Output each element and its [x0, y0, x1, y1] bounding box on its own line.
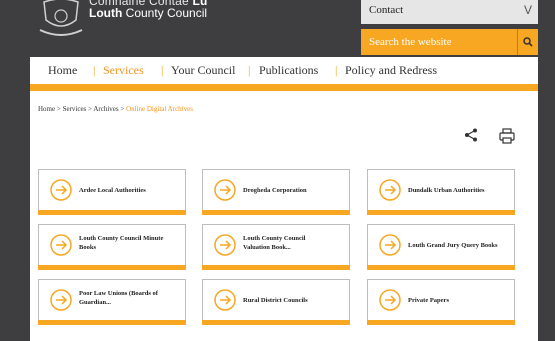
- card-label: Drogheda Corporation: [243, 187, 307, 194]
- search-box: [361, 29, 538, 55]
- archive-card[interactable]: Private Papers: [367, 279, 515, 325]
- nav-separator: |: [248, 63, 251, 77]
- card-label: Ardee Local Authorities: [79, 187, 146, 194]
- breadcrumb-current: Online Digital Archives: [126, 105, 193, 113]
- nav-separator: |: [161, 63, 164, 77]
- nav-services[interactable]: Services: [103, 63, 144, 78]
- nav-home[interactable]: Home: [48, 63, 77, 78]
- card-label: Dundalk Urban Authorities: [408, 187, 485, 194]
- card-label: Private Papers: [408, 297, 449, 304]
- arrow-right-circle-icon: [50, 289, 72, 311]
- breadcrumb: Home > Services > Archives > Online Digi…: [38, 105, 193, 113]
- nav-separator: |: [93, 63, 96, 77]
- breadcrumb-separator: >: [55, 105, 63, 113]
- archive-card[interactable]: Ardee Local Authorities: [38, 169, 186, 215]
- nav-publications[interactable]: Publications: [259, 63, 318, 78]
- arrow-right-circle-icon: [214, 289, 236, 311]
- arrow-right-circle-icon: [379, 289, 401, 311]
- search-icon: [523, 37, 533, 47]
- print-icon[interactable]: [499, 128, 515, 144]
- council-name-english: Louth County Council: [89, 6, 208, 20]
- archive-card[interactable]: Louth County Council Minute Books: [38, 224, 186, 270]
- card-accent-bar: [38, 210, 186, 215]
- archive-card[interactable]: Rural District Councils: [202, 279, 350, 325]
- main-content: Home > Services > Archives > Online Digi…: [30, 91, 538, 341]
- card-accent-bar: [38, 265, 186, 270]
- breadcrumb-home[interactable]: Home: [38, 105, 55, 113]
- council-crest-logo[interactable]: [36, 0, 86, 40]
- main-navigation: Home | Services | Your Council | Publica…: [30, 57, 538, 91]
- card-accent-bar: [38, 320, 186, 325]
- arrow-right-circle-icon: [379, 234, 401, 256]
- breadcrumb-archives[interactable]: Archives: [93, 105, 118, 113]
- archive-card[interactable]: Dundalk Urban Authorities: [367, 169, 515, 215]
- breadcrumb-separator: >: [118, 105, 127, 113]
- card-accent-bar: [367, 320, 515, 325]
- contact-dropdown[interactable]: Contact V: [361, 0, 538, 24]
- share-icon[interactable]: [464, 128, 478, 142]
- arrow-right-circle-icon: [214, 234, 236, 256]
- arrow-right-circle-icon: [214, 179, 236, 201]
- card-label: Poor Law Unions (Boards of Guardian...: [79, 290, 158, 306]
- header-bar: Comhairle Contae Lú Louth County Council…: [0, 0, 555, 57]
- arrow-right-circle-icon: [379, 179, 401, 201]
- nav-policy-and-redress[interactable]: Policy and Redress: [345, 63, 437, 78]
- card-label: Louth County Council Valuation Book...: [243, 235, 306, 251]
- card-accent-bar: [202, 210, 350, 215]
- arrow-right-circle-icon: [50, 234, 72, 256]
- nav-your-council[interactable]: Your Council: [171, 63, 235, 78]
- card-accent-bar: [367, 210, 515, 215]
- chevron-down-icon: V: [523, 3, 532, 17]
- card-accent-bar: [367, 265, 515, 270]
- contact-label: Contact: [369, 4, 404, 16]
- arrow-right-circle-icon: [50, 179, 72, 201]
- archive-card[interactable]: Louth County Council Valuation Book...: [202, 224, 350, 270]
- archive-card[interactable]: Poor Law Unions (Boards of Guardian...: [38, 279, 186, 325]
- breadcrumb-services[interactable]: Services: [63, 105, 87, 113]
- card-label: Louth County Council Minute Books: [79, 235, 164, 251]
- card-label: Rural District Councils: [243, 297, 308, 304]
- search-button[interactable]: [517, 29, 538, 55]
- search-input[interactable]: [361, 29, 517, 55]
- nav-separator: |: [335, 63, 338, 77]
- card-accent-bar: [202, 320, 350, 325]
- archive-card[interactable]: Louth Grand Jury Query Books: [367, 224, 515, 270]
- card-label: Louth Grand Jury Query Books: [408, 242, 498, 249]
- card-accent-bar: [202, 265, 350, 270]
- archive-card[interactable]: Drogheda Corporation: [202, 169, 350, 215]
